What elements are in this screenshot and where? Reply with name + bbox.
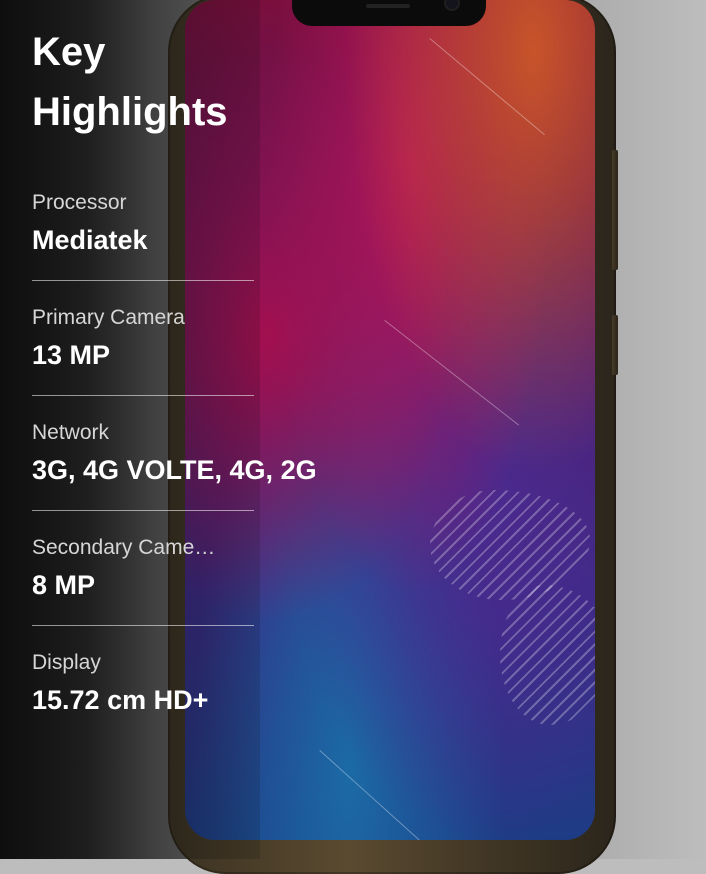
phone-volume-button [612,150,618,270]
spec-label: Processor [32,191,127,214]
divider [32,510,254,511]
speaker-grille-icon [366,4,410,8]
wallpaper-streak [319,750,432,840]
spec-item-processor: Processor Mediatek [32,190,254,256]
spec-item-display: Display 15.72 cm HD+ [32,650,254,716]
front-camera-icon [446,0,458,9]
spec-value: Mediatek [32,225,148,255]
wallpaper-streak [384,320,519,426]
panel-title: Key Highlights [32,22,272,142]
phone-power-button [612,315,618,375]
spec-value: 3G, 4G VOLTE, 4G, 2G [32,455,317,485]
spec-label: Network [32,421,110,444]
panel-title-line2: Highlights [32,90,228,134]
divider [32,395,254,396]
spec-label: Secondary Came… [32,536,216,559]
wallpaper-hatch-pattern [500,585,595,725]
panel-title-line1: Key [32,30,106,74]
spec-label: Primary Camera [32,306,185,329]
spec-value: 15.72 cm HD+ [32,685,209,715]
key-highlights-panel: Key Highlights Processor Mediatek Primar… [32,22,317,716]
wallpaper-hatch-pattern [430,490,590,600]
wallpaper-streak [429,38,545,136]
phone-notch [292,0,486,26]
divider [32,625,254,626]
spec-value: 13 MP [32,340,111,370]
spec-item-network: Network 3G, 4G VOLTE, 4G, 2G [32,420,317,486]
spec-item-primary-camera: Primary Camera 13 MP [32,305,254,371]
divider [32,280,254,281]
spec-label: Display [32,651,101,674]
spec-value: 8 MP [32,570,96,600]
spec-item-secondary-camera: Secondary Came… 8 MP [32,535,254,601]
